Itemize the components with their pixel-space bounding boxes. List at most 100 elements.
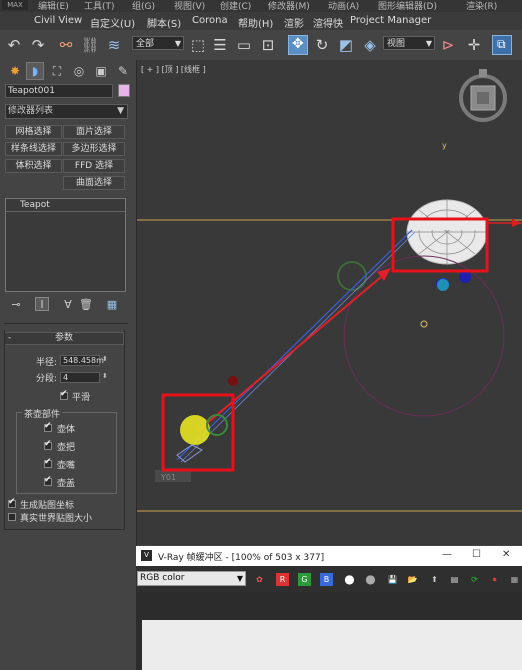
- display-tab-icon[interactable]: ▣: [92, 62, 110, 80]
- close-button[interactable]: ✕: [502, 549, 510, 560]
- ref-coord-dropdown[interactable]: 视图 ▼: [383, 36, 435, 50]
- make-unique-icon[interactable]: ∀: [61, 297, 75, 311]
- window-crossing-icon[interactable]: ⊡: [258, 35, 278, 55]
- app-logo[interactable]: MAX: [2, 0, 28, 10]
- modifier-stack[interactable]: Teapot: [5, 198, 126, 292]
- menu-create[interactable]: 创建(C): [220, 0, 251, 12]
- menu-help[interactable]: 帮助(H): [238, 15, 273, 30]
- alpha-channel-icon[interactable]: ●: [343, 573, 356, 586]
- object-name-field[interactable]: Teapot001: [5, 84, 113, 98]
- menu-group[interactable]: 组(G): [132, 0, 155, 12]
- viewcube-icon: [459, 69, 507, 122]
- part-handle-checkbox[interactable]: [44, 439, 52, 450]
- duplicate-icon[interactable]: ▤: [448, 573, 461, 586]
- rect-region-icon[interactable]: ▭: [234, 35, 254, 55]
- volume-select-button[interactable]: 体积选择: [5, 159, 62, 173]
- load-image-icon[interactable]: 📂: [406, 573, 419, 586]
- main-menu-bar: Civil View 自定义(U) 脚本(S) Corona 帮助(H) 渲影 …: [0, 12, 522, 30]
- surface-select-button[interactable]: 曲面选择: [63, 176, 125, 190]
- menu-render-shadow[interactable]: 渲影: [284, 15, 304, 30]
- layer-icon[interactable]: ⧉: [492, 35, 512, 55]
- stop-render-icon[interactable]: ⏺: [488, 573, 501, 586]
- clear-image-icon[interactable]: ⬆: [428, 573, 441, 586]
- top-viewport[interactable]: [ + ] [顶 ] [线框 ] y Y01: [137, 60, 522, 545]
- redo-icon[interactable]: ↷: [28, 35, 48, 55]
- rotate-icon[interactable]: ↻: [312, 35, 332, 55]
- radius-spinner[interactable]: ⬍: [102, 355, 108, 363]
- radius-input[interactable]: 548.458m: [60, 355, 104, 366]
- create-tab-icon[interactable]: ✸: [6, 62, 24, 80]
- segments-spinner[interactable]: ⬍: [102, 372, 108, 380]
- blue-channel-button[interactable]: B: [320, 573, 333, 586]
- select-object-icon[interactable]: ⬚: [188, 35, 208, 55]
- poly-select-button[interactable]: 多边形选择: [63, 142, 125, 156]
- bind-space-warp-icon[interactable]: ≋: [104, 35, 124, 55]
- params-rollout-header[interactable]: - 参数: [4, 332, 124, 345]
- channel-dropdown[interactable]: RGB color ▼: [137, 571, 246, 586]
- vray-frame-buffer-window[interactable]: V V-Ray 帧缓冲区 - [100% of 503 x 377] — ☐ ✕…: [136, 546, 522, 670]
- move-icon[interactable]: ✥: [288, 35, 308, 55]
- hierarchy-tab-icon[interactable]: ⛶: [48, 62, 66, 80]
- radius-label: 半径:: [36, 358, 58, 368]
- stack-item-teapot[interactable]: Teapot: [20, 200, 50, 210]
- menu-scripting[interactable]: 脚本(S): [147, 15, 181, 30]
- undo-icon[interactable]: ↶: [4, 35, 24, 55]
- menu-project-manager[interactable]: Project Manager: [350, 15, 431, 26]
- configure-sets-icon[interactable]: ▦: [105, 297, 119, 311]
- remove-modifier-icon[interactable]: 🗑: [79, 297, 93, 311]
- scale-icon[interactable]: ◩: [336, 35, 356, 55]
- segments-input[interactable]: 4: [60, 372, 100, 383]
- refresh-icon[interactable]: ⟳: [468, 573, 481, 586]
- menu-rendering[interactable]: 渲染(R): [466, 0, 497, 12]
- object-color-swatch[interactable]: [118, 84, 130, 97]
- select-by-name-icon[interactable]: ☰: [210, 35, 230, 55]
- part-body-checkbox[interactable]: [44, 421, 52, 432]
- selection-filter-dropdown[interactable]: 全部 ▼: [132, 36, 184, 50]
- selection-filter-value: 全部: [136, 39, 155, 49]
- menu-tools[interactable]: 工具(T): [84, 0, 115, 12]
- menu-customize[interactable]: 自定义(U): [90, 15, 135, 30]
- pivot-icon[interactable]: ◈: [360, 35, 380, 55]
- stack-toolbar: ⊸ I ∀ 🗑 ▦: [5, 297, 126, 313]
- menu-corona[interactable]: Corona: [192, 15, 228, 26]
- minimize-button[interactable]: —: [442, 549, 452, 560]
- modifier-list-dropdown[interactable]: 修改器列表 ▼: [5, 104, 128, 119]
- params-border-left: [4, 330, 5, 530]
- mirror-icon[interactable]: ⊳: [438, 35, 458, 55]
- menu-edit[interactable]: 编辑(E): [38, 0, 69, 12]
- part-handle-label: 壶把: [57, 443, 76, 453]
- green-channel-button[interactable]: G: [298, 573, 311, 586]
- show-end-result-icon[interactable]: I: [35, 297, 49, 311]
- gen-mapping-label: 生成贴图坐标: [20, 501, 75, 511]
- red-channel-button[interactable]: R: [276, 573, 289, 586]
- patch-select-button[interactable]: 面片选择: [63, 125, 125, 139]
- vray-title-bar[interactable]: V V-Ray 帧缓冲区 - [100% of 503 x 377] — ☐ ✕: [136, 546, 522, 566]
- part-lid-checkbox[interactable]: [44, 475, 52, 486]
- menu-views[interactable]: 视图(V): [174, 0, 205, 12]
- color-picker-icon[interactable]: ✿: [253, 573, 266, 586]
- save-image-icon[interactable]: 💾: [386, 573, 399, 586]
- menu-graph-editors[interactable]: 图形编辑器(D): [378, 0, 437, 12]
- menu-animation[interactable]: 动画(A): [328, 0, 359, 12]
- menu-render-fast[interactable]: 渲得快: [313, 15, 343, 30]
- mono-channel-icon[interactable]: ●: [364, 573, 377, 586]
- motion-tab-icon[interactable]: ◎: [70, 62, 88, 80]
- menu-civil-view[interactable]: Civil View: [34, 15, 82, 26]
- pin-stack-icon[interactable]: ⊸: [9, 297, 23, 311]
- maximize-button[interactable]: ☐: [472, 549, 481, 560]
- ffd-select-button[interactable]: FFD 选择: [63, 159, 125, 173]
- region-render-icon[interactable]: ▦: [508, 573, 521, 586]
- modify-tab-icon[interactable]: ◗: [26, 62, 44, 80]
- mesh-select-button[interactable]: 网格选择: [5, 125, 62, 139]
- menu-modifiers[interactable]: 修改器(M): [268, 0, 310, 12]
- align-icon[interactable]: ✛: [464, 35, 484, 55]
- segments-label: 分段:: [36, 374, 58, 384]
- real-world-checkbox[interactable]: [8, 513, 16, 521]
- link-icon[interactable]: ⚯: [56, 35, 76, 55]
- utilities-tab-icon[interactable]: ✎: [114, 62, 132, 80]
- smooth-checkbox[interactable]: [60, 389, 68, 400]
- unlink-icon[interactable]: ⛓: [80, 35, 100, 55]
- part-spout-checkbox[interactable]: [44, 457, 52, 468]
- spline-select-button[interactable]: 样条线选择: [5, 142, 62, 156]
- gen-mapping-checkbox[interactable]: [8, 497, 16, 508]
